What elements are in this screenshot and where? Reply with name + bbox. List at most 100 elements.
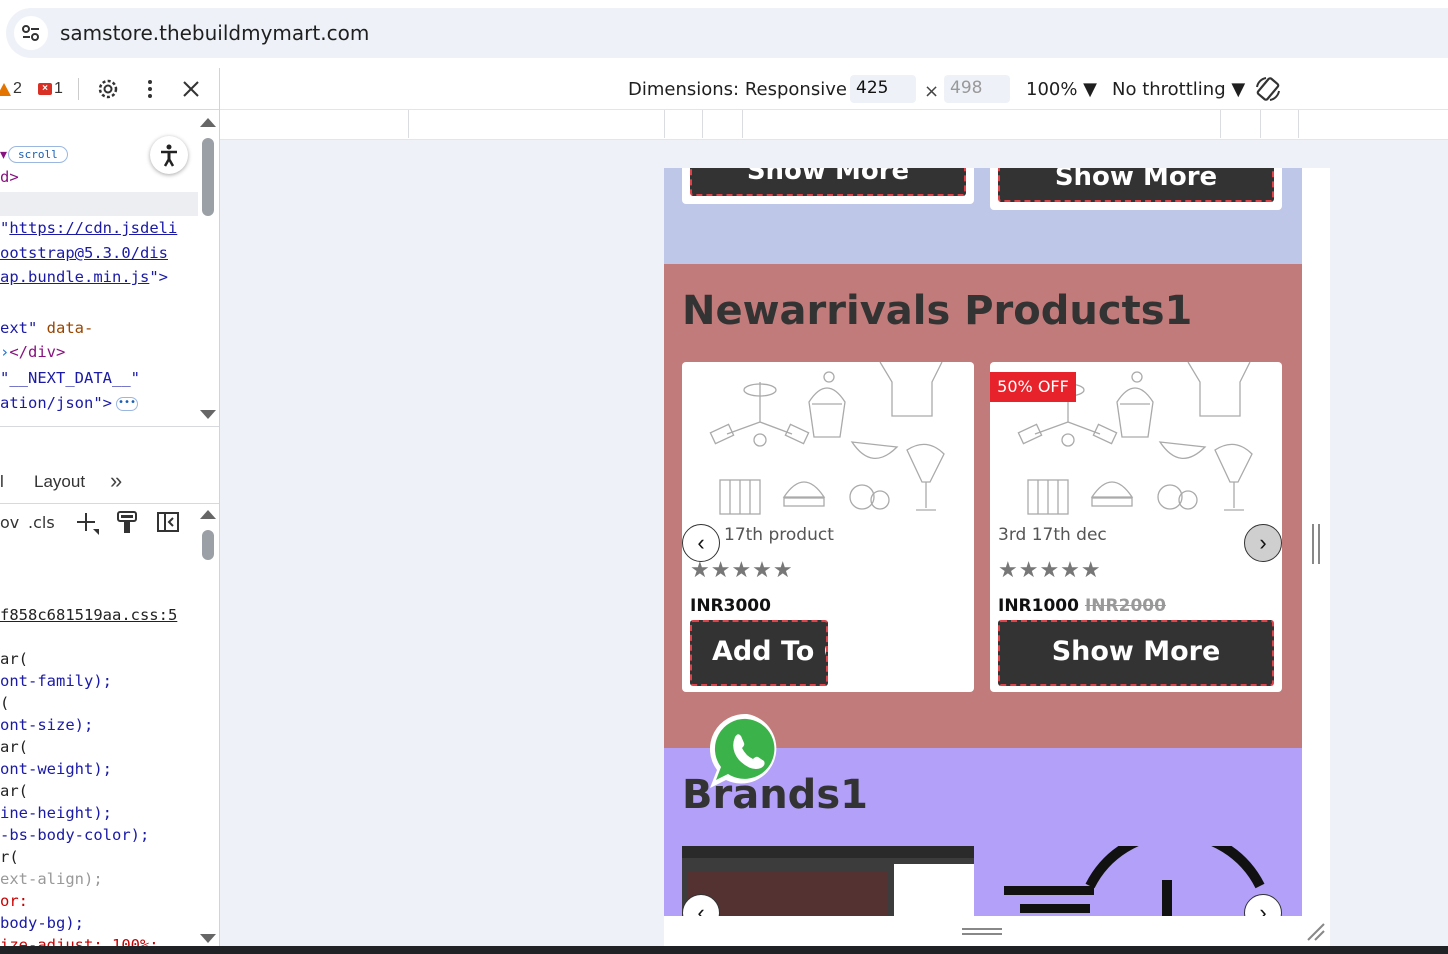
section-previous: Show More Show More (664, 168, 1302, 264)
panel-divider (0, 426, 219, 427)
styles-scrollbar[interactable] (198, 504, 219, 948)
css-line[interactable]: r( (0, 848, 19, 866)
resize-handle-icon[interactable] (1310, 524, 1322, 564)
chevron-right-icon: › (1259, 530, 1267, 555)
scroll-up-icon[interactable] (200, 510, 216, 519)
product-image-placeholder[interactable] (682, 362, 974, 516)
css-line[interactable]: ar( (0, 650, 28, 668)
resize-corner-icon[interactable] (1306, 922, 1326, 942)
code-line[interactable]: ootstrap@5.3.0/dis (0, 244, 168, 262)
add-rule-icon[interactable] (74, 510, 100, 541)
ellipsis-icon: ••• (115, 396, 138, 411)
product-card[interactable]: 17th product ★★★★★ INR3000 Add To Cart (682, 362, 974, 692)
scroll-down-icon[interactable] (200, 410, 216, 419)
css-line[interactable]: ar( (0, 738, 28, 756)
devtools-panel: 2 × 1 ▾ scroll d> "https://cdn.jsdeli oo… (0, 68, 220, 948)
warnings-indicator[interactable]: 2 (0, 80, 22, 98)
styles-tabs: l Layout » (0, 460, 219, 504)
add-to-cart-button[interactable]: Add To Cart (690, 620, 828, 686)
code-line[interactable]: ap.bundle.min.js"> (0, 268, 168, 286)
warnings-count: 2 (13, 80, 22, 97)
cls-toggle[interactable]: .cls (28, 513, 55, 532)
product-name[interactable]: 17th product (724, 525, 834, 545)
taskbar-edge (0, 946, 1448, 954)
code-line[interactable]: ation/json"> ••• (0, 394, 138, 412)
tune-icon[interactable] (14, 16, 48, 50)
screen: samstore.thebuildmymart.com 2 × 1 ▾ scro… (0, 0, 1448, 954)
sidebar-toggle-icon[interactable] (156, 510, 180, 539)
product-name[interactable]: 3rd 17th dec (998, 525, 1107, 545)
tab-partial[interactable]: l (0, 472, 4, 492)
accessibility-icon[interactable] (150, 136, 188, 174)
product-card: Show More (990, 168, 1282, 210)
url-text[interactable]: samstore.thebuildmymart.com (60, 21, 369, 45)
carousel-next-button[interactable]: › (1244, 524, 1282, 562)
gear-icon[interactable] (96, 77, 120, 101)
original-price: INR2000 (1084, 596, 1166, 616)
throttling-select[interactable]: No throttling ▼ (1112, 79, 1245, 100)
dimensions-select[interactable]: Dimensions: Responsive ▼ (628, 79, 867, 100)
rotate-icon[interactable] (1254, 75, 1282, 108)
discount-badge: 50% OFF (990, 372, 1076, 402)
warning-icon (0, 82, 11, 96)
rating-stars: ★★★★★ (998, 557, 1102, 582)
times-label: × (924, 81, 940, 102)
brand-logo[interactable] (990, 846, 1282, 916)
scroll-up-icon[interactable] (200, 118, 216, 127)
width-input[interactable]: 425 (850, 75, 916, 103)
section-title: Newarrivals Products1 (682, 288, 1193, 334)
css-line[interactable]: ont-size); (0, 716, 93, 734)
css-line[interactable]: ext-align); (0, 870, 103, 888)
paint-brush-icon[interactable] (115, 510, 139, 541)
code-line[interactable]: "https://cdn.jsdeli (0, 219, 177, 237)
css-line[interactable]: -bs-body-color); (0, 826, 149, 844)
scroll-badge[interactable]: scroll (8, 146, 68, 163)
scrollbar-thumb[interactable] (202, 138, 214, 216)
css-source-link[interactable]: f858c681519aa.css:5 (0, 606, 177, 624)
address-bar: samstore.thebuildmymart.com (0, 0, 1448, 68)
tab-layout[interactable]: Layout (34, 472, 85, 492)
error-icon: × (38, 83, 52, 95)
viewport-bottom-handle[interactable] (664, 916, 1330, 946)
hov-toggle[interactable]: ov (0, 513, 19, 532)
code-line[interactable]: "__NEXT_DATA__" (0, 369, 140, 387)
errors-indicator[interactable]: × 1 (38, 80, 63, 98)
tag-fragment: ▾ (0, 146, 8, 162)
devtools-toolbar: 2 × 1 (0, 68, 219, 110)
height-input[interactable]: 498 (944, 75, 1010, 103)
selected-row[interactable] (0, 192, 198, 216)
brand-image[interactable] (682, 846, 974, 916)
code-line[interactable]: d> (0, 168, 19, 186)
css-line[interactable]: ar( (0, 782, 28, 800)
chevron-double-right-icon[interactable]: » (110, 468, 122, 494)
css-line[interactable]: ine-height); (0, 804, 112, 822)
close-icon[interactable] (179, 77, 203, 101)
scrollbar-thumb[interactable] (202, 530, 214, 560)
omnibox[interactable]: samstore.thebuildmymart.com (6, 8, 1448, 58)
show-more-button[interactable]: Show More (690, 168, 966, 196)
carousel-prev-button[interactable]: ‹ (682, 524, 720, 562)
sale-price: INR1000 (998, 596, 1079, 616)
css-line[interactable]: body-bg); (0, 914, 84, 932)
css-line[interactable]: ( (0, 694, 9, 712)
more-vert-icon[interactable] (138, 77, 162, 101)
toolbar-divider (78, 78, 79, 100)
emulated-viewport: Show More Show More Newarrivals Products… (664, 168, 1330, 946)
zoom-select[interactable]: 100% ▼ (1026, 79, 1097, 100)
chevron-left-icon: ‹ (697, 530, 705, 555)
css-line[interactable]: ont-family); (0, 672, 112, 690)
show-more-button[interactable]: Show More (998, 620, 1274, 686)
code-line[interactable]: ›</div> (0, 343, 65, 361)
code-line[interactable]: ext" data- (0, 319, 93, 337)
styles-toolbar: ov .cls (0, 504, 219, 542)
product-card: Show More (682, 168, 974, 204)
show-more-button[interactable]: Show More (998, 168, 1274, 202)
product-card[interactable]: 50% OFF 3rd 17th dec ★★★★★ INR1000 INR200… (990, 362, 1282, 692)
css-line[interactable]: ont-weight); (0, 760, 112, 778)
errors-count: 1 (54, 80, 63, 97)
scroll-down-icon[interactable] (200, 934, 216, 943)
css-line[interactable]: or: (0, 892, 28, 910)
whatsapp-icon[interactable] (706, 710, 788, 792)
product-price: INR1000 INR2000 (998, 596, 1166, 616)
product-price: INR3000 (690, 596, 771, 616)
